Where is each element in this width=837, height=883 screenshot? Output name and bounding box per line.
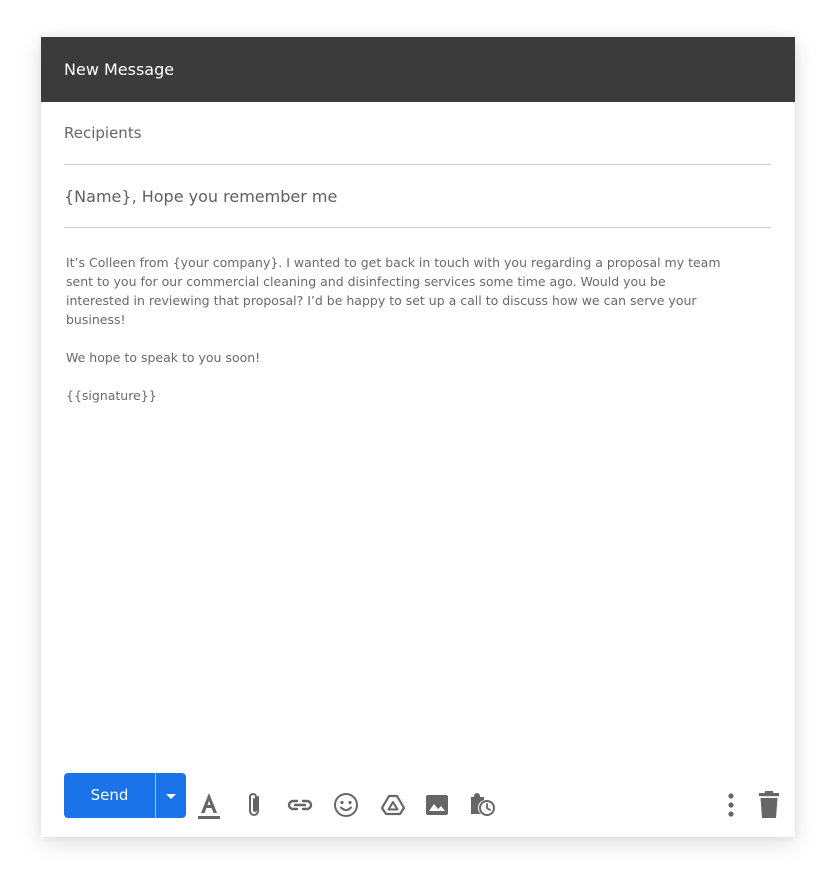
recipients-placeholder: Recipients — [64, 124, 142, 142]
attachment-icon — [249, 793, 259, 816]
subject-value: {Name}, Hope you remember me — [64, 187, 338, 206]
compose-header: New Message — [41, 37, 795, 102]
link-icon — [287, 799, 313, 811]
more-options-icon — [728, 793, 734, 817]
send-options-button[interactable] — [156, 773, 186, 818]
attach-file-button[interactable] — [241, 791, 269, 819]
body-signature: {{signature}} — [66, 388, 157, 403]
drive-icon — [380, 794, 406, 816]
insert-emoji-button[interactable] — [332, 791, 360, 819]
format-text-icon — [197, 791, 221, 819]
send-button[interactable]: Send — [64, 773, 155, 818]
trash-icon — [759, 791, 779, 818]
discard-draft-button[interactable] — [755, 791, 783, 819]
emoji-icon — [334, 793, 358, 817]
subject-field[interactable]: {Name}, Hope you remember me — [64, 165, 771, 228]
confidential-mode-button[interactable] — [468, 791, 496, 819]
recipients-field[interactable]: Recipients — [64, 102, 771, 165]
image-icon — [426, 795, 448, 815]
caret-down-icon — [166, 793, 176, 799]
window-title: New Message — [64, 60, 175, 79]
more-options-button[interactable] — [717, 791, 745, 819]
insert-link-button[interactable] — [286, 791, 314, 819]
body-paragraph-2: We hope to speak to you soon! — [66, 350, 261, 365]
message-body[interactable]: It’s Colleen from {your company}. I want… — [66, 253, 723, 424]
compose-window: New Message Recipients {Name}, Hope you … — [41, 37, 795, 837]
send-button-group: Send — [64, 773, 186, 818]
body-paragraph-1: It’s Colleen from {your company}. I want… — [66, 255, 721, 327]
insert-photo-button[interactable] — [423, 791, 451, 819]
formatting-options-button[interactable] — [195, 791, 223, 819]
compose-toolbar: Send — [64, 773, 784, 819]
schedule-icon — [471, 793, 495, 816]
insert-drive-file-button[interactable] — [379, 791, 407, 819]
